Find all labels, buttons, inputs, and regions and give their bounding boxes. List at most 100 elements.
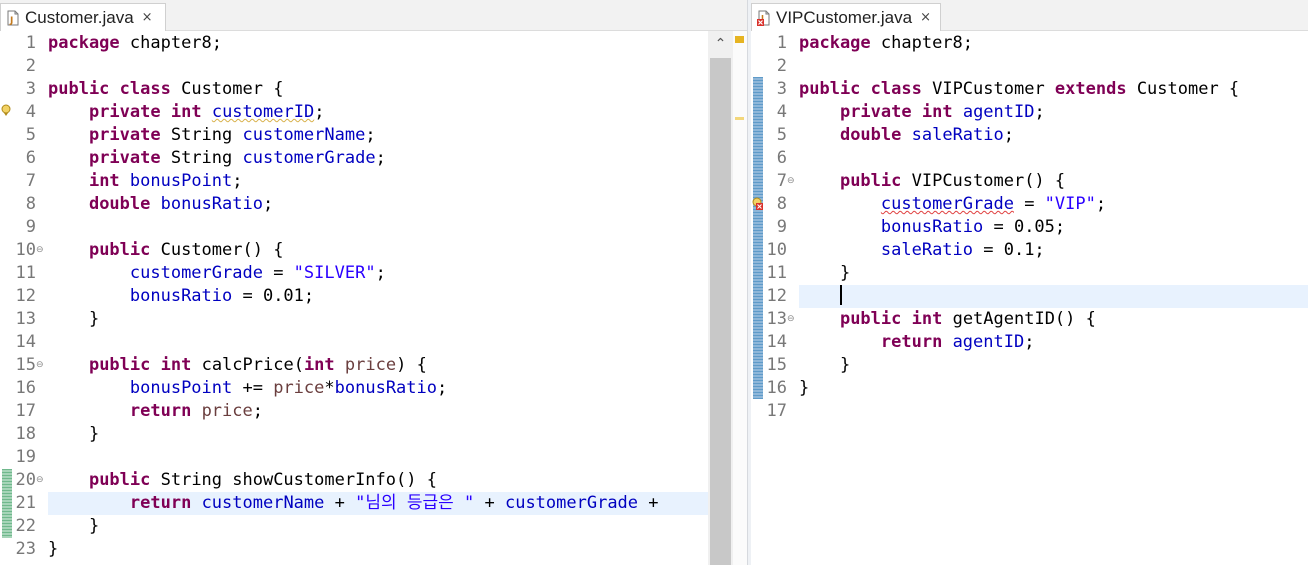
code-token: saleRatio [880,240,974,260]
code-token: "SILVER" [293,263,376,283]
code-line[interactable]: private String customerName; [48,124,747,147]
line-number: 20 [15,470,36,490]
close-icon[interactable]: × [920,10,931,25]
code-token: } [48,539,59,559]
code-line[interactable] [799,147,1308,170]
code-token: bonusRatio [160,194,263,214]
code-token: + [324,493,356,513]
code-line[interactable]: } [799,377,1308,400]
code-line[interactable]: public String showCustomerInfo() { [48,469,747,492]
code-lines[interactable]: package chapter8; public class Customer {… [48,31,747,565]
code-line[interactable]: package chapter8; [48,32,747,55]
code-line[interactable]: bonusPoint += price*bonusRatio; [48,377,747,400]
code-line[interactable] [799,400,1308,423]
fold-collapse-icon[interactable]: ⊖ [36,239,45,262]
code-line[interactable]: int bonusPoint; [48,170,747,193]
code-line[interactable]: double bonusRatio; [48,193,747,216]
code-line[interactable] [799,55,1308,78]
code-line[interactable]: bonusRatio = 0.05; [799,216,1308,239]
code-token: int [170,102,202,122]
editor-tab-bar: J Customer.java × [0,0,747,31]
line-number: 16 [15,378,36,398]
code-line[interactable]: double saleRatio; [799,124,1308,147]
code-line[interactable] [799,285,1308,308]
line-number: 22 [15,516,36,536]
code-line[interactable]: private int agentID; [799,101,1308,124]
code-line[interactable]: public int getAgentID() { [799,308,1308,331]
vertical-scrollbar[interactable]: ⌃ ⌄ [708,31,733,565]
code-line[interactable]: bonusRatio = 0.01; [48,285,747,308]
scroll-up-icon[interactable]: ⌃ [708,35,733,53]
line-number: 11 [766,263,787,283]
tab-customer-java[interactable]: J Customer.java × [0,3,166,31]
code-token: String [160,148,243,168]
code-lines[interactable]: package chapter8; public class VIPCustome… [799,31,1308,565]
overview-ruler[interactable] [733,31,747,565]
vipcustomer-java-editor[interactable]: J VIPCustomer.java × 1 2 3 4 5 6 7 ⊖ 8 9 10 11 12 13 ⊖… [751,0,1308,565]
line-number: 4 [776,102,787,122]
code-token: ; [365,125,376,145]
line-number: 14 [15,332,36,352]
code-token: } [799,378,810,398]
code-area[interactable]: 1 2 3 4 5 6 7 ⊖ 8 9 10 11 12 13 ⊖ 14 15 16 17 package chap… [751,31,1308,565]
code-token: ; [375,148,386,168]
code-line[interactable]: public Customer() { [48,239,747,262]
code-line[interactable]: private int customerID; [48,101,747,124]
code-line[interactable] [48,55,747,78]
tab-vipcustomer-java[interactable]: J VIPCustomer.java × [751,3,941,31]
code-area[interactable]: 1 2 3 4 5 6 7 8 9 10 ⊖ 11 12 13 14 15 ⊖ 16 17 18 19 20 ⊖ 21 22 23… [0,31,747,565]
code-token: VIPCustomer() { [901,171,1066,191]
code-token: saleRatio [911,125,1004,145]
code-token: double [88,194,151,214]
code-line[interactable]: saleRatio = 0.1; [799,239,1308,262]
code-line[interactable]: } [799,354,1308,377]
code-line[interactable]: return price; [48,400,747,423]
fold-collapse-icon[interactable]: ⊖ [36,469,45,492]
customer-java-editor[interactable]: J Customer.java × 1 2 3 4 5 6 7 8 9 10 ⊖ 11 12 13 14 15… [0,0,747,565]
code-token: } [799,263,851,283]
svg-text:J: J [9,16,13,26]
overview-warning-mark[interactable] [735,36,744,43]
code-line[interactable]: return customerName + "님의 등급은 " + custom… [48,492,708,515]
code-line[interactable]: customerGrade = "SILVER"; [48,262,747,285]
fold-collapse-icon[interactable]: ⊖ [787,170,796,193]
code-line[interactable]: public class VIPCustomer extends Custome… [799,78,1308,101]
code-line[interactable]: public int calcPrice(int price) { [48,354,747,377]
change-marker [2,469,12,538]
code-line[interactable]: public class Customer { [48,78,747,101]
code-line[interactable]: public VIPCustomer() { [799,170,1308,193]
fold-collapse-icon[interactable]: ⊖ [36,354,45,377]
code-line[interactable]: } [48,538,747,561]
code-line[interactable]: } [799,262,1308,285]
code-token: return [129,401,192,421]
code-line[interactable]: customerGrade = "VIP"; [799,193,1308,216]
code-line[interactable]: return agentID; [799,331,1308,354]
code-line[interactable]: } [48,515,747,538]
line-number: 15 [766,355,787,375]
code-line[interactable] [48,331,747,354]
scrollbar-thumb[interactable] [710,58,731,565]
line-number: 19 [15,447,36,467]
overview-warning-mark[interactable] [735,117,744,120]
close-icon[interactable]: × [142,10,153,25]
scroll-down-icon[interactable]: ⌄ [708,557,733,565]
code-token: = [262,263,294,283]
code-token: += [232,378,274,398]
code-line[interactable]: } [48,423,747,446]
code-line[interactable]: } [48,308,747,331]
code-line[interactable]: package chapter8; [799,32,1308,55]
fold-collapse-icon[interactable]: ⊖ [787,308,796,331]
code-line[interactable] [48,446,747,469]
code-line[interactable]: private String customerGrade; [48,147,747,170]
code-line[interactable] [48,216,747,239]
java-file-icon: J [5,10,21,26]
